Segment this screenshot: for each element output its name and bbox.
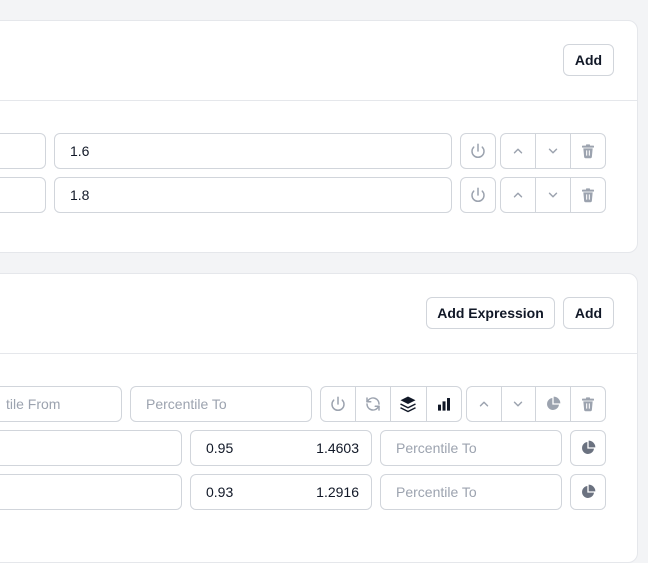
toggle-button[interactable] [321, 387, 356, 421]
percentile-to-input[interactable]: Percentile To [130, 386, 312, 422]
computed-value-text: 1.4603 [316, 440, 359, 456]
card-divider [0, 100, 638, 101]
move-up-button[interactable] [501, 134, 536, 168]
chevron-down-icon [548, 192, 558, 198]
pie-chart-button[interactable] [570, 474, 606, 510]
chevron-up-icon [479, 401, 488, 407]
move-down-button[interactable] [536, 178, 571, 212]
power-icon [331, 396, 345, 412]
percentile-to-input[interactable]: Percentile To [380, 430, 562, 466]
expression-tools-group [320, 386, 462, 422]
move-down-button[interactable] [536, 134, 571, 168]
percentile-to-input[interactable]: Percentile To [380, 474, 562, 510]
layers-icon [400, 396, 417, 413]
computed-value-text: 1.2916 [316, 484, 359, 500]
percentile-to-placeholder: Percentile To [146, 396, 227, 412]
percentile-value-input[interactable]: 0.93 1.2916 [190, 474, 372, 510]
row-actions-group [500, 177, 606, 213]
trash-icon [582, 144, 594, 159]
trash-icon [582, 188, 594, 203]
chevron-up-icon [513, 148, 523, 154]
row-left-input[interactable] [0, 133, 46, 169]
pie-chart-icon [546, 396, 561, 410]
delete-button[interactable] [571, 387, 605, 421]
percentile-to-placeholder: Percentile To [396, 440, 477, 456]
layers-button[interactable] [391, 387, 427, 421]
add-expression-button[interactable]: Add Expression [426, 297, 555, 329]
power-icon [471, 187, 485, 203]
power-icon [471, 143, 485, 159]
refresh-icon [366, 397, 380, 411]
add-button[interactable]: Add [563, 297, 614, 329]
expression-input[interactable] [0, 474, 182, 510]
pie-chart-button[interactable] [570, 430, 606, 466]
expression-input[interactable] [0, 430, 182, 466]
move-up-button[interactable] [467, 387, 502, 421]
percentile-value-input[interactable]: 0.95 1.4603 [190, 430, 372, 466]
trash-icon [581, 397, 594, 412]
value-text: 1.6 [70, 143, 90, 159]
percentile-from-placeholder: tile From [6, 396, 61, 412]
bar-chart-icon [437, 398, 450, 411]
chevron-down-icon [514, 401, 523, 407]
chevron-down-icon [548, 148, 558, 154]
move-up-button[interactable] [501, 178, 536, 212]
value-input[interactable]: 1.8 [54, 177, 452, 213]
pie-chart-icon [582, 440, 596, 454]
move-down-button[interactable] [502, 387, 536, 421]
toggle-button[interactable] [460, 133, 496, 169]
refresh-button[interactable] [356, 387, 392, 421]
toggle-button[interactable] [460, 177, 496, 213]
card-divider [0, 353, 638, 354]
percentile-text: 0.95 [206, 440, 234, 456]
percentile-to-placeholder: Percentile To [396, 484, 477, 500]
value-input[interactable]: 1.6 [54, 133, 452, 169]
chart-button[interactable] [427, 387, 461, 421]
percentile-from-input[interactable]: tile From [0, 386, 122, 422]
row-actions-group [500, 133, 606, 169]
pie-chart-icon [582, 484, 596, 498]
chevron-up-icon [513, 192, 523, 198]
pie-chart-button[interactable] [536, 387, 571, 421]
add-button[interactable]: Add [563, 44, 614, 76]
row-left-input[interactable] [0, 177, 46, 213]
expression-actions-group [466, 386, 606, 422]
percentile-text: 0.93 [206, 484, 234, 500]
value-text: 1.8 [70, 187, 90, 203]
delete-button[interactable] [571, 134, 605, 168]
delete-button[interactable] [571, 178, 605, 212]
